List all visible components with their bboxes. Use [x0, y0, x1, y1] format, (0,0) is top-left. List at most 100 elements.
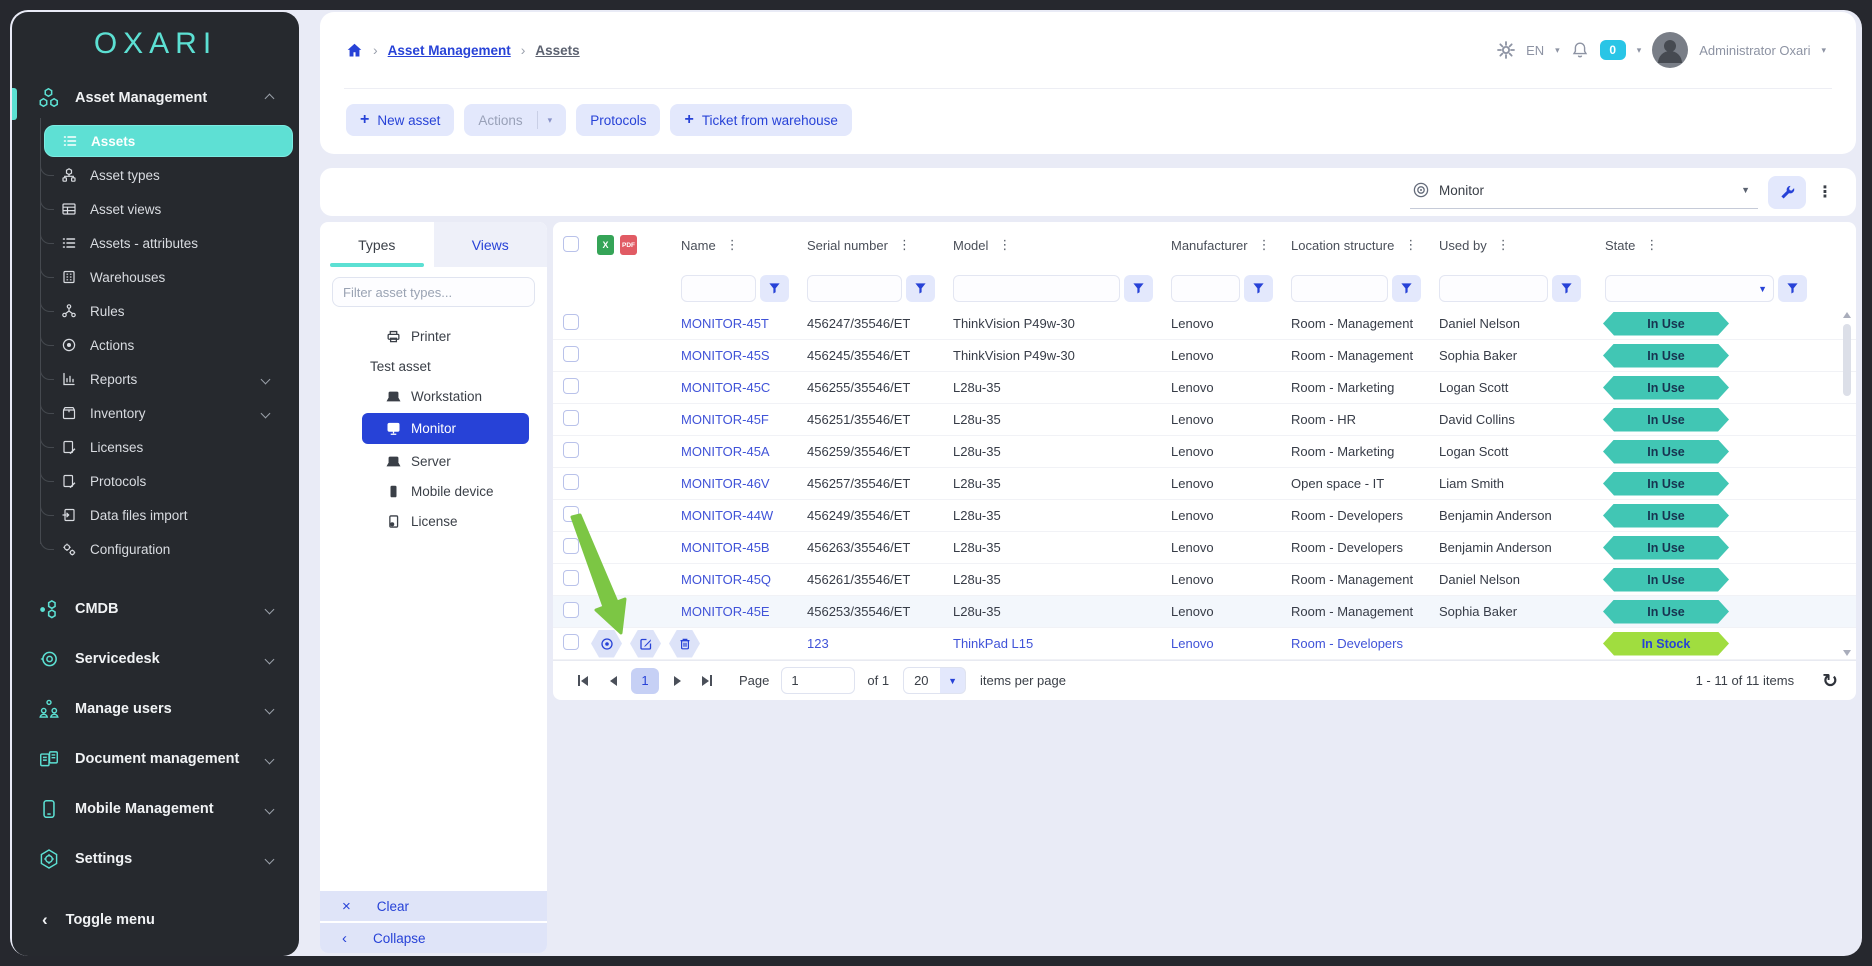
gear-icon[interactable]: [1497, 41, 1515, 59]
asset-manufacturer-link[interactable]: Lenovo: [1163, 636, 1283, 651]
asset-location-link[interactable]: Room - Developers: [1283, 636, 1431, 651]
kebab-menu-icon[interactable]: ⋮: [1404, 237, 1417, 253]
row-checkbox[interactable]: [563, 506, 579, 522]
breadcrumb-asset-management-link[interactable]: Asset Management: [388, 43, 511, 58]
row-checkbox[interactable]: [563, 410, 579, 426]
sidebar-item-inventory[interactable]: Inventory: [12, 396, 299, 430]
filter-manufacturer-button[interactable]: [1244, 275, 1273, 302]
tree-item-mobile-device[interactable]: Mobile device: [320, 476, 547, 506]
sidebar-group-asset-management[interactable]: Asset Management: [12, 76, 299, 120]
sidebar-item-protocols[interactable]: Protocols: [12, 464, 299, 498]
tree-item-license[interactable]: License: [320, 506, 547, 536]
sidebar-item-reports[interactable]: Reports: [12, 362, 299, 396]
sidebar-group-manage-users[interactable]: Manage users: [12, 684, 299, 734]
filter-serial-input[interactable]: [807, 275, 902, 302]
asset-name-link[interactable]: MONITOR-45F: [657, 412, 799, 427]
refresh-icon[interactable]: ↻: [1822, 670, 1838, 692]
asset-name-link[interactable]: MONITOR-46V: [657, 476, 799, 491]
row-checkbox[interactable]: [563, 442, 579, 458]
view-settings-button[interactable]: [1768, 176, 1806, 209]
kebab-menu-icon[interactable]: ⋮: [1497, 237, 1510, 253]
asset-name-link[interactable]: MONITOR-45E: [657, 604, 799, 619]
first-page-button[interactable]: [571, 668, 595, 694]
page-size-select[interactable]: 20 ▼: [903, 667, 966, 694]
scroll-up-arrow[interactable]: [1843, 312, 1851, 318]
row-checkbox[interactable]: [563, 602, 579, 618]
kebab-menu-icon[interactable]: ⋮: [726, 237, 739, 253]
tree-item-test-asset[interactable]: Test asset: [320, 351, 547, 381]
filter-used-by-input[interactable]: [1439, 275, 1548, 302]
tree-item-server[interactable]: Server: [320, 446, 547, 476]
filter-model-input[interactable]: [953, 275, 1120, 302]
asset-name-link[interactable]: MONITOR-45S: [657, 348, 799, 363]
sidebar-item-rules[interactable]: Rules: [12, 294, 299, 328]
scroll-down-arrow[interactable]: [1843, 650, 1851, 656]
kebab-menu-icon[interactable]: ⋮: [998, 237, 1011, 253]
page-number-input[interactable]: [781, 667, 855, 694]
filter-used-by-button[interactable]: [1552, 275, 1581, 302]
row-checkbox[interactable]: [563, 570, 579, 586]
sidebar-item-asset-views[interactable]: Asset views: [12, 192, 299, 226]
asset-name-link[interactable]: MONITOR-45Q: [657, 572, 799, 587]
column-header-model[interactable]: Model: [953, 238, 988, 253]
filter-model-button[interactable]: [1124, 275, 1153, 302]
select-all-checkbox[interactable]: [563, 236, 579, 252]
filter-manufacturer-input[interactable]: [1171, 275, 1240, 302]
asset-serial-link[interactable]: 123: [799, 636, 945, 651]
column-header-serial[interactable]: Serial number: [807, 238, 888, 253]
new-asset-button[interactable]: + New asset: [346, 104, 454, 136]
asset-name-link[interactable]: MONITOR-44W: [657, 508, 799, 523]
row-checkbox[interactable]: [563, 538, 579, 554]
user-name-label[interactable]: Administrator Oxari: [1699, 43, 1810, 58]
filter-state-button[interactable]: [1778, 275, 1807, 302]
column-header-name[interactable]: Name: [681, 238, 716, 253]
sidebar-group-settings[interactable]: Settings: [12, 834, 299, 884]
row-checkbox[interactable]: [563, 378, 579, 394]
view-button[interactable]: [591, 630, 622, 658]
sidebar-item-licenses[interactable]: Licenses: [12, 430, 299, 464]
kebab-menu-icon[interactable]: ⋮: [898, 237, 911, 253]
ticket-from-warehouse-button[interactable]: + Ticket from warehouse: [670, 104, 851, 136]
export-pdf-icon[interactable]: PDF: [620, 235, 637, 255]
notification-count-badge[interactable]: 0: [1600, 40, 1626, 60]
asset-model-link[interactable]: ThinkPad L15: [945, 636, 1163, 651]
actions-button[interactable]: Actions ▾: [464, 104, 566, 136]
tree-item-monitor[interactable]: Monitor: [362, 413, 529, 444]
kebab-menu-icon[interactable]: ⋮: [1816, 182, 1834, 202]
filter-name-button[interactable]: [760, 275, 789, 302]
asset-name-link[interactable]: MONITOR-45T: [657, 316, 799, 331]
kebab-menu-icon[interactable]: ⋮: [1258, 237, 1271, 253]
next-page-button[interactable]: [665, 668, 689, 694]
sidebar-item-actions[interactable]: Actions: [12, 328, 299, 362]
collapse-button[interactable]: ‹ Collapse: [320, 923, 547, 953]
home-icon[interactable]: [346, 42, 363, 59]
export-excel-icon[interactable]: X: [597, 235, 614, 255]
sidebar-item-data-files-import[interactable]: Data files import: [12, 498, 299, 532]
sidebar-group-document-management[interactable]: Document management: [12, 734, 299, 784]
protocols-button[interactable]: Protocols: [576, 104, 660, 136]
row-checkbox[interactable]: [563, 346, 579, 362]
tree-item-workstation[interactable]: Workstation: [320, 381, 547, 411]
column-header-used-by[interactable]: Used by: [1439, 238, 1487, 253]
column-header-location[interactable]: Location structure: [1291, 238, 1394, 253]
toggle-menu-button[interactable]: ‹ Toggle menu: [12, 910, 299, 930]
filter-name-input[interactable]: [681, 275, 756, 302]
sidebar-group-mobile-management[interactable]: Mobile Management: [12, 784, 299, 834]
previous-page-button[interactable]: [601, 668, 625, 694]
column-header-manufacturer[interactable]: Manufacturer: [1171, 238, 1248, 253]
sidebar-item-assets-attributes[interactable]: Assets - attributes: [12, 226, 299, 260]
filter-state-select[interactable]: [1605, 275, 1774, 302]
caret-down-icon[interactable]: ▾: [1821, 45, 1826, 56]
caret-down-icon[interactable]: ▾: [1637, 45, 1642, 56]
filter-serial-button[interactable]: [906, 275, 935, 302]
clear-button[interactable]: × Clear: [320, 891, 547, 921]
avatar[interactable]: [1652, 32, 1688, 68]
kebab-menu-icon[interactable]: ⋮: [1645, 237, 1658, 253]
sidebar-group-servicedesk[interactable]: Servicedesk: [12, 634, 299, 684]
scrollbar-thumb[interactable]: [1843, 324, 1851, 396]
sidebar-item-configuration[interactable]: Configuration: [12, 532, 299, 566]
row-checkbox[interactable]: [563, 314, 579, 330]
row-checkbox[interactable]: [563, 474, 579, 490]
vertical-scrollbar[interactable]: [1841, 310, 1853, 658]
language-label[interactable]: EN: [1526, 43, 1544, 58]
